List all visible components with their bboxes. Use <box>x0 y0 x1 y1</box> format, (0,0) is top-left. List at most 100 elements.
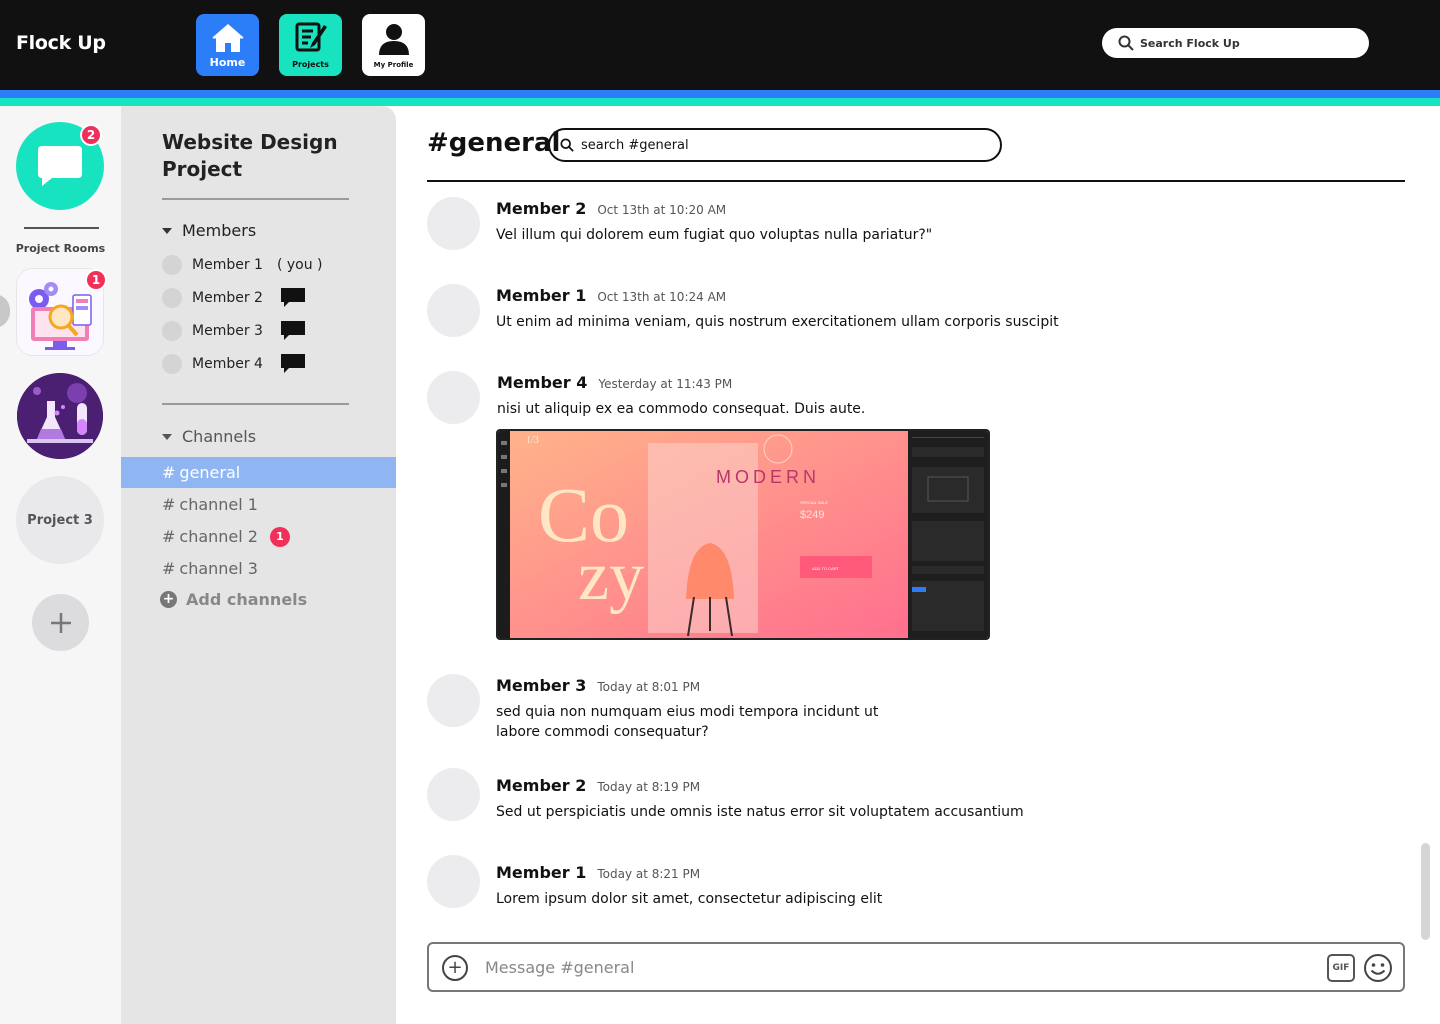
sidebar-divider <box>162 403 349 405</box>
member-item[interactable]: Member 1 ( you ) <box>162 255 323 275</box>
direct-message-icon[interactable] <box>281 354 305 374</box>
project-title: Website Design Project <box>162 130 338 181</box>
accent-stripe-blue <box>0 90 1440 98</box>
channel-item-channel-1[interactable]: # channel 1 <box>121 489 396 520</box>
message-timestamp: Oct 13th at 10:20 AM <box>597 203 727 217</box>
message-header: Member 3 Today at 8:01 PM <box>496 676 700 695</box>
avatar <box>162 321 182 341</box>
add-project-button[interactable] <box>32 594 89 651</box>
message-text: nisi ut aliquip ex ea commodo consequat.… <box>497 401 866 417</box>
emoji-icon[interactable] <box>1363 953 1393 983</box>
channel-name: channel 1 <box>179 495 258 514</box>
message-author[interactable]: Member 3 <box>496 676 586 695</box>
message-author[interactable]: Member 4 <box>497 373 587 392</box>
top-bar: Flock Up Home Projects My Profile Search… <box>0 0 1440 90</box>
gif-button[interactable]: GIF <box>1327 954 1355 982</box>
cozy-chair-design-preview: 1/3 Co zy MODERN SPECIAL SALE $249 ADD T… <box>498 431 988 638</box>
nav-profile-button[interactable]: My Profile <box>362 14 425 76</box>
unread-badge: 1 <box>269 526 290 547</box>
member-name: Member 1 <box>192 257 263 273</box>
profile-icon <box>378 24 409 55</box>
message-image-attachment[interactable]: 1/3 Co zy MODERN SPECIAL SALE $249 ADD T… <box>496 429 990 640</box>
sale-label: SPECIAL SALE <box>800 500 828 505</box>
avatar[interactable] <box>427 284 480 337</box>
channels-section-toggle[interactable]: Channels <box>162 427 256 446</box>
channel-item-channel-2[interactable]: # channel 2 1 <box>121 521 396 552</box>
avatar[interactable] <box>427 674 480 727</box>
avatar[interactable] <box>427 768 480 821</box>
add-channels-label: Add channels <box>186 590 308 609</box>
direct-message-icon[interactable] <box>281 288 305 308</box>
message-author[interactable]: Member 1 <box>496 863 586 882</box>
direct-message-icon[interactable] <box>281 321 305 341</box>
projects-icon <box>295 22 327 52</box>
message-author[interactable]: Member 1 <box>496 286 586 305</box>
message-text: Sed ut perspiciatis unde omnis iste natu… <box>496 804 1024 820</box>
channel-search-placeholder: search #general <box>581 137 689 153</box>
message-header: Member 2 Today at 8:19 PM <box>496 776 700 795</box>
science-lab-illustration-icon <box>17 373 103 459</box>
message-composer[interactable]: + Message #general GIF <box>427 942 1405 992</box>
add-channels-button[interactable]: + Add channels <box>160 590 307 609</box>
composer-placeholder: Message #general <box>485 958 635 977</box>
message-text: sed quia non numquam eius modi tempora i… <box>496 704 879 740</box>
global-search-placeholder: Search Flock Up <box>1140 36 1240 50</box>
channel-search-input[interactable]: search #general <box>548 128 1002 162</box>
attach-plus-icon[interactable]: + <box>442 955 468 981</box>
nav-profile-label: My Profile <box>373 61 414 69</box>
channel-name: channel 2 <box>179 527 258 546</box>
active-project-indicator <box>0 294 10 328</box>
rail-section-label: Project Rooms <box>15 242 106 255</box>
accent-stripe-teal <box>0 98 1440 106</box>
avatar[interactable] <box>427 371 480 424</box>
channel-sidebar: Website Design Project Members Member 1 … <box>121 106 396 1024</box>
members-section-toggle[interactable]: Members <box>162 221 256 240</box>
header-divider <box>427 180 1405 182</box>
channel-hash: # <box>162 463 176 482</box>
search-icon <box>1118 35 1134 51</box>
channel-name: general <box>179 463 241 482</box>
nav-projects-label: Projects <box>292 60 329 69</box>
nav-projects-button[interactable]: Projects <box>279 14 342 76</box>
notification-badge: 1 <box>85 269 107 291</box>
hero-heading: MODERN <box>716 467 820 487</box>
cta-button-label: ADD TO CART <box>812 566 839 571</box>
message-author[interactable]: Member 2 <box>496 776 586 795</box>
home-icon <box>212 24 243 52</box>
nav-home-button[interactable]: Home <box>196 14 259 76</box>
message-text: Ut enim ad minima veniam, quis nostrum e… <box>496 314 1059 330</box>
channels-header: Channels <box>182 427 257 446</box>
message-header: Member 2 Oct 13th at 10:20 AM <box>496 199 726 218</box>
channel-hash: # <box>162 559 176 578</box>
message-author[interactable]: Member 2 <box>496 199 586 218</box>
message-timestamp: Oct 13th at 10:24 AM <box>597 290 727 304</box>
plus-icon <box>50 612 71 633</box>
message-timestamp: Today at 8:21 PM <box>597 867 701 881</box>
member-name: Member 2 <box>192 290 263 306</box>
channel-item-channel-3[interactable]: # channel 3 <box>121 553 396 584</box>
member-item[interactable]: Member 2 <box>162 288 263 308</box>
member-item[interactable]: Member 3 <box>162 321 263 341</box>
member-you-note: ( you ) <box>276 257 323 273</box>
nav-home-label: Home <box>209 56 246 69</box>
avatar <box>162 288 182 308</box>
app-brand[interactable]: Flock Up <box>16 32 106 54</box>
channel-hash: # <box>162 495 176 514</box>
avatar[interactable] <box>427 855 480 908</box>
member-name: Member 4 <box>192 356 263 372</box>
message-header: Member 1 Today at 8:21 PM <box>496 863 700 882</box>
avatar[interactable] <box>427 197 480 250</box>
project-room-project-3[interactable]: Project 3 <box>16 476 104 564</box>
global-search-input[interactable]: Search Flock Up <box>1102 28 1369 58</box>
chat-scrollbar[interactable] <box>1421 843 1430 940</box>
member-item[interactable]: Member 4 <box>162 354 263 374</box>
search-icon <box>560 138 574 152</box>
message-header: Member 1 Oct 13th at 10:24 AM <box>496 286 726 305</box>
message-text: Lorem ipsum dolor sit amet, consectetur … <box>496 891 883 907</box>
members-header: Members <box>182 221 257 240</box>
caret-down-icon <box>162 227 172 234</box>
avatar <box>162 255 182 275</box>
channel-item-general[interactable]: # general <box>121 457 396 488</box>
project-room-science[interactable] <box>17 373 103 459</box>
channel-title: #general <box>427 128 561 158</box>
